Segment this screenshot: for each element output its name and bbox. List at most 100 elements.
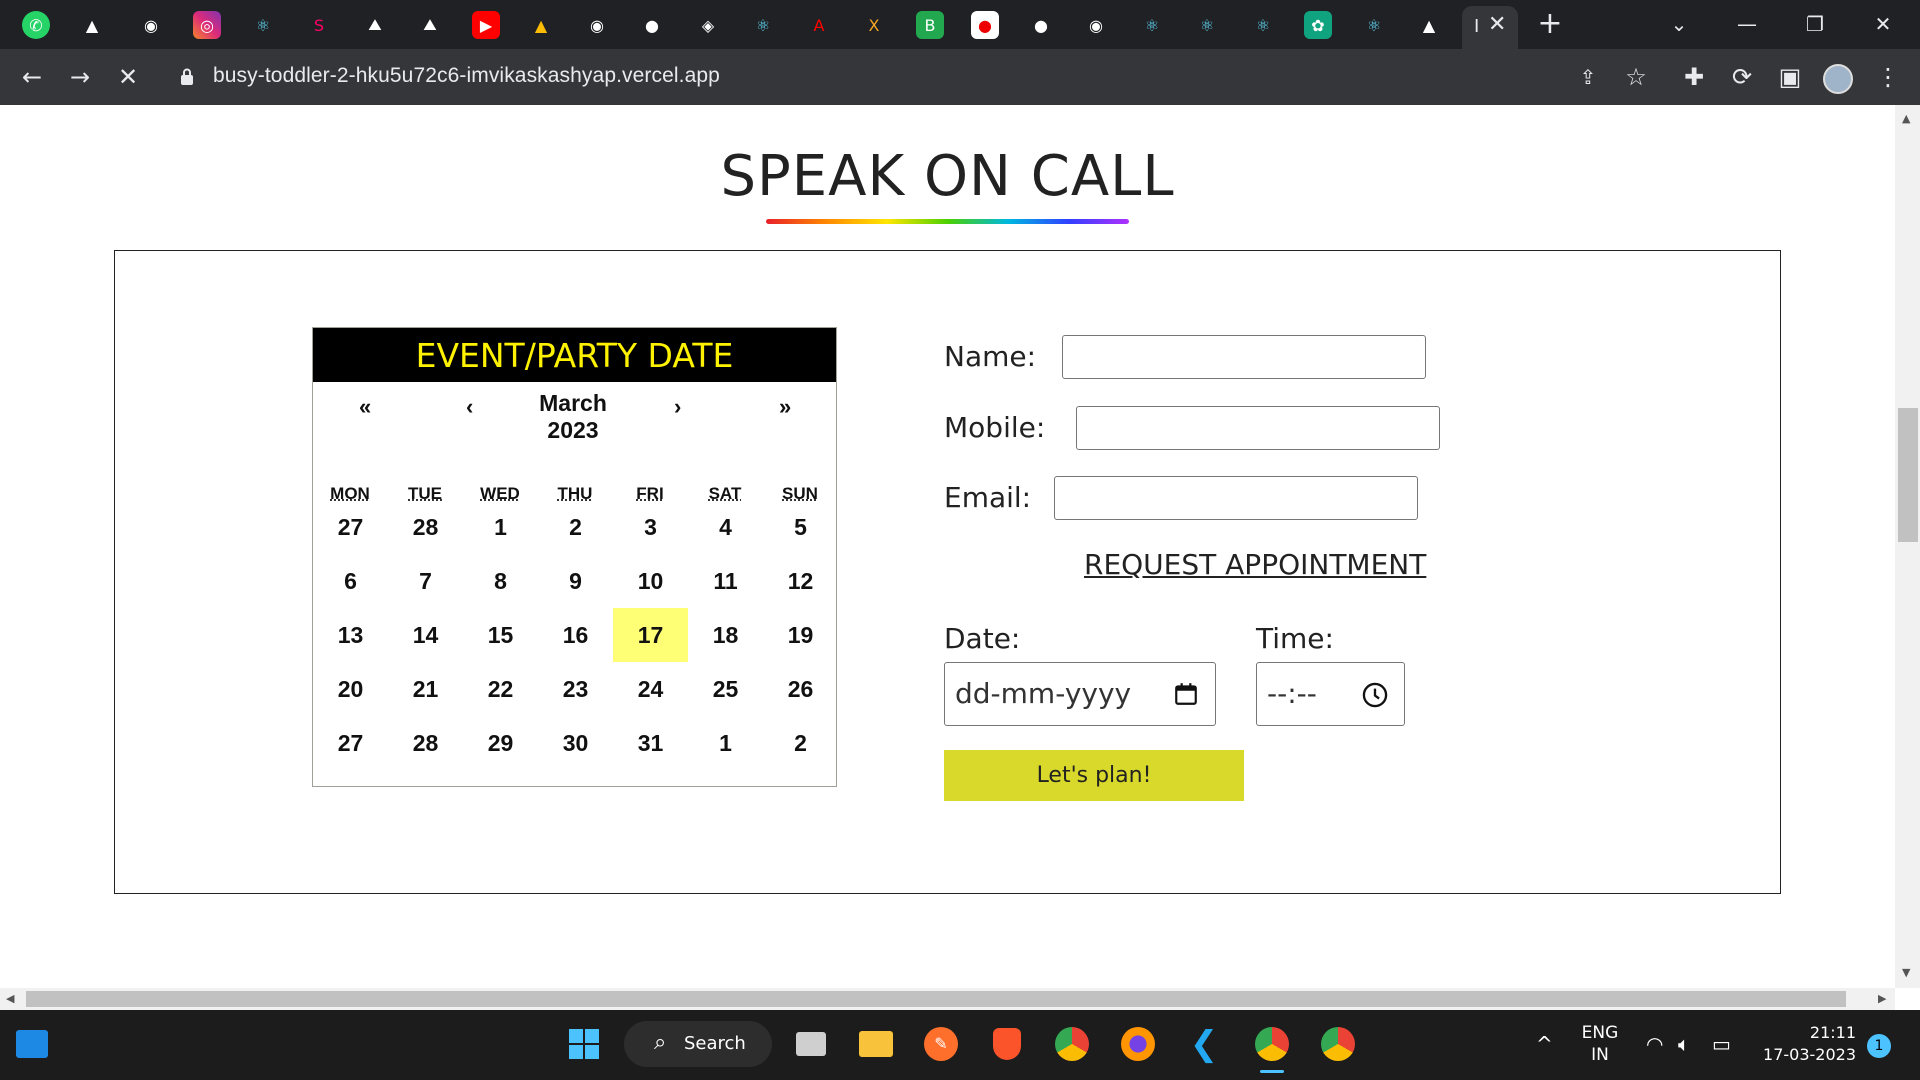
volume-icon[interactable]: 🔈︎ [1678, 1032, 1690, 1056]
stop-loading-icon[interactable]: ✕ [112, 61, 144, 93]
tab-green-app-icon[interactable]: B [916, 11, 944, 39]
clock[interactable]: 21:11 17-03-2023 [1756, 1022, 1856, 1066]
extensions-puzzle-icon[interactable]: ✚ [1678, 61, 1710, 93]
calendar-day[interactable]: 11 [688, 554, 763, 608]
windows-start-icon[interactable] [562, 1022, 606, 1066]
calendar-day[interactable]: 16 [538, 608, 613, 662]
bookmark-star-icon[interactable]: ☆ [1620, 61, 1652, 93]
calendar-day[interactable]: 29 [463, 716, 538, 770]
profile-avatar[interactable] [1823, 64, 1853, 94]
tab-react-icon[interactable]: ⚛ [1249, 11, 1277, 39]
request-appointment-link[interactable]: REQUEST APPOINTMENT [1084, 548, 1426, 581]
tab-mountain-icon[interactable]: ⛰ [361, 11, 389, 39]
chrome-icon[interactable] [1050, 1022, 1094, 1066]
calendar-day[interactable]: 10 [613, 554, 688, 608]
brave-browser-icon[interactable] [985, 1022, 1029, 1066]
scroll-left-arrow-icon[interactable]: ◀ [6, 992, 14, 1005]
calendar-day[interactable]: 23 [538, 662, 613, 716]
tab-red-app-icon[interactable]: ● [971, 11, 999, 39]
pen-app-icon[interactable]: ✎ [919, 1022, 963, 1066]
back-arrow-icon[interactable]: ← [16, 61, 48, 93]
date-input[interactable]: dd-mm-yyyy [944, 662, 1216, 726]
chrome-profile-icon[interactable] [1316, 1022, 1360, 1066]
lock-icon[interactable] [180, 68, 194, 86]
calendar-day[interactable]: 13 [313, 608, 388, 662]
lets-plan-button[interactable]: Let's plan! [944, 750, 1244, 801]
vertical-scrollbar[interactable] [1895, 105, 1920, 988]
calendar-day[interactable]: 27 [313, 500, 388, 554]
calendar-day[interactable]: 1 [688, 716, 763, 770]
tab-globe-icon[interactable]: ◉ [583, 11, 611, 39]
tab-globe-icon[interactable]: ◉ [137, 11, 165, 39]
tab-instagram-icon[interactable]: ◎ [193, 11, 221, 39]
tab-chatgpt-icon[interactable]: ✿ [1304, 11, 1332, 39]
prev-year-button[interactable]: « [359, 394, 371, 420]
tab-adobe-icon[interactable]: A [805, 11, 833, 39]
chrome-profile-icon[interactable] [1250, 1022, 1294, 1066]
mobile-field[interactable] [1076, 406, 1440, 450]
sidebar-icon[interactable]: ▣ [1774, 61, 1806, 93]
tab-globe-icon[interactable]: ◉ [1082, 11, 1110, 39]
email-field[interactable] [1054, 476, 1418, 520]
firefox-icon[interactable] [1116, 1022, 1160, 1066]
tab-github-icon[interactable]: ● [638, 11, 666, 39]
scroll-up-arrow-icon[interactable]: ▲ [1902, 112, 1910, 125]
tab-search-chevron-icon[interactable]: ⌄ [1656, 8, 1702, 40]
tab-xb-icon[interactable]: X [860, 11, 888, 39]
calendar-day[interactable]: 22 [463, 662, 538, 716]
close-tab-icon[interactable]: ✕ [1488, 12, 1506, 37]
close-window-icon[interactable]: ✕ [1860, 8, 1906, 40]
forward-arrow-icon[interactable]: → [64, 61, 96, 93]
calendar-day[interactable]: 27 [313, 716, 388, 770]
task-view-icon[interactable] [789, 1022, 833, 1066]
calendar-day[interactable]: 7 [388, 554, 463, 608]
tab-react-icon[interactable]: ⚛ [1193, 11, 1221, 39]
notification-badge[interactable]: 1 [1867, 1034, 1891, 1058]
tab-github-icon[interactable]: ● [1027, 11, 1055, 39]
taskbar-search[interactable]: ⌕ Search [624, 1021, 772, 1067]
calendar-day[interactable]: 2 [538, 500, 613, 554]
calendar-day[interactable]: 14 [388, 608, 463, 662]
tab-site-icon[interactable]: ▲ [78, 11, 106, 39]
tab-drive-icon[interactable]: ▲ [527, 11, 555, 39]
minimize-icon[interactable]: — [1724, 8, 1770, 40]
calendar-icon[interactable] [1173, 681, 1199, 707]
language-indicator[interactable]: ENG IN [1580, 1022, 1620, 1066]
tab-codepen-icon[interactable]: ◈ [694, 11, 722, 39]
vscode-icon[interactable]: ❮ [1182, 1022, 1226, 1066]
tab-react-icon[interactable]: ⚛ [249, 11, 277, 39]
calendar-day[interactable]: 8 [463, 554, 538, 608]
calendar-day[interactable]: 24 [613, 662, 688, 716]
active-tab[interactable]: I ✕ [1462, 6, 1518, 49]
calendar-day[interactable]: 18 [688, 608, 763, 662]
calendar-day[interactable]: 31 [613, 716, 688, 770]
tab-whatsapp-icon[interactable]: ✆ [22, 11, 50, 39]
calendar-day[interactable]: 21 [388, 662, 463, 716]
scroll-right-arrow-icon[interactable]: ▶ [1878, 992, 1886, 1005]
calendar-month-year[interactable]: March 2023 [473, 390, 673, 444]
tab-mountain-icon[interactable]: ⛰ [416, 11, 444, 39]
clock-icon[interactable] [1361, 681, 1389, 709]
new-tab-button[interactable]: + [1534, 8, 1566, 40]
battery-icon[interactable]: ▭ [1712, 1032, 1731, 1056]
calendar-day[interactable]: 30 [538, 716, 613, 770]
restore-icon[interactable]: ❐ [1792, 8, 1838, 40]
share-icon[interactable]: ⇪ [1572, 61, 1604, 93]
next-month-button[interactable]: › [674, 394, 681, 420]
tab-youtube-icon[interactable]: ▶ [472, 11, 500, 39]
calendar-day-today[interactable]: 17 [613, 608, 688, 662]
calendar-day[interactable]: 2 [763, 716, 838, 770]
calendar-day[interactable]: 5 [763, 500, 838, 554]
widgets-icon[interactable] [16, 1030, 48, 1058]
tab-vercel-icon[interactable]: ▲ [1415, 11, 1443, 39]
tab-react-icon[interactable]: ⚛ [1138, 11, 1166, 39]
calendar-day[interactable]: 4 [688, 500, 763, 554]
file-explorer-icon[interactable] [854, 1022, 898, 1066]
calendar-day[interactable]: 1 [463, 500, 538, 554]
address-bar[interactable]: busy-toddler-2-hku5u72c6-imvikaskashyap.… [213, 64, 720, 88]
tab-swirl-icon[interactable]: S [305, 11, 333, 39]
calendar-day[interactable]: 3 [613, 500, 688, 554]
scroll-down-arrow-icon[interactable]: ▼ [1902, 966, 1910, 979]
calendar-day[interactable]: 6 [313, 554, 388, 608]
calendar-day[interactable]: 9 [538, 554, 613, 608]
